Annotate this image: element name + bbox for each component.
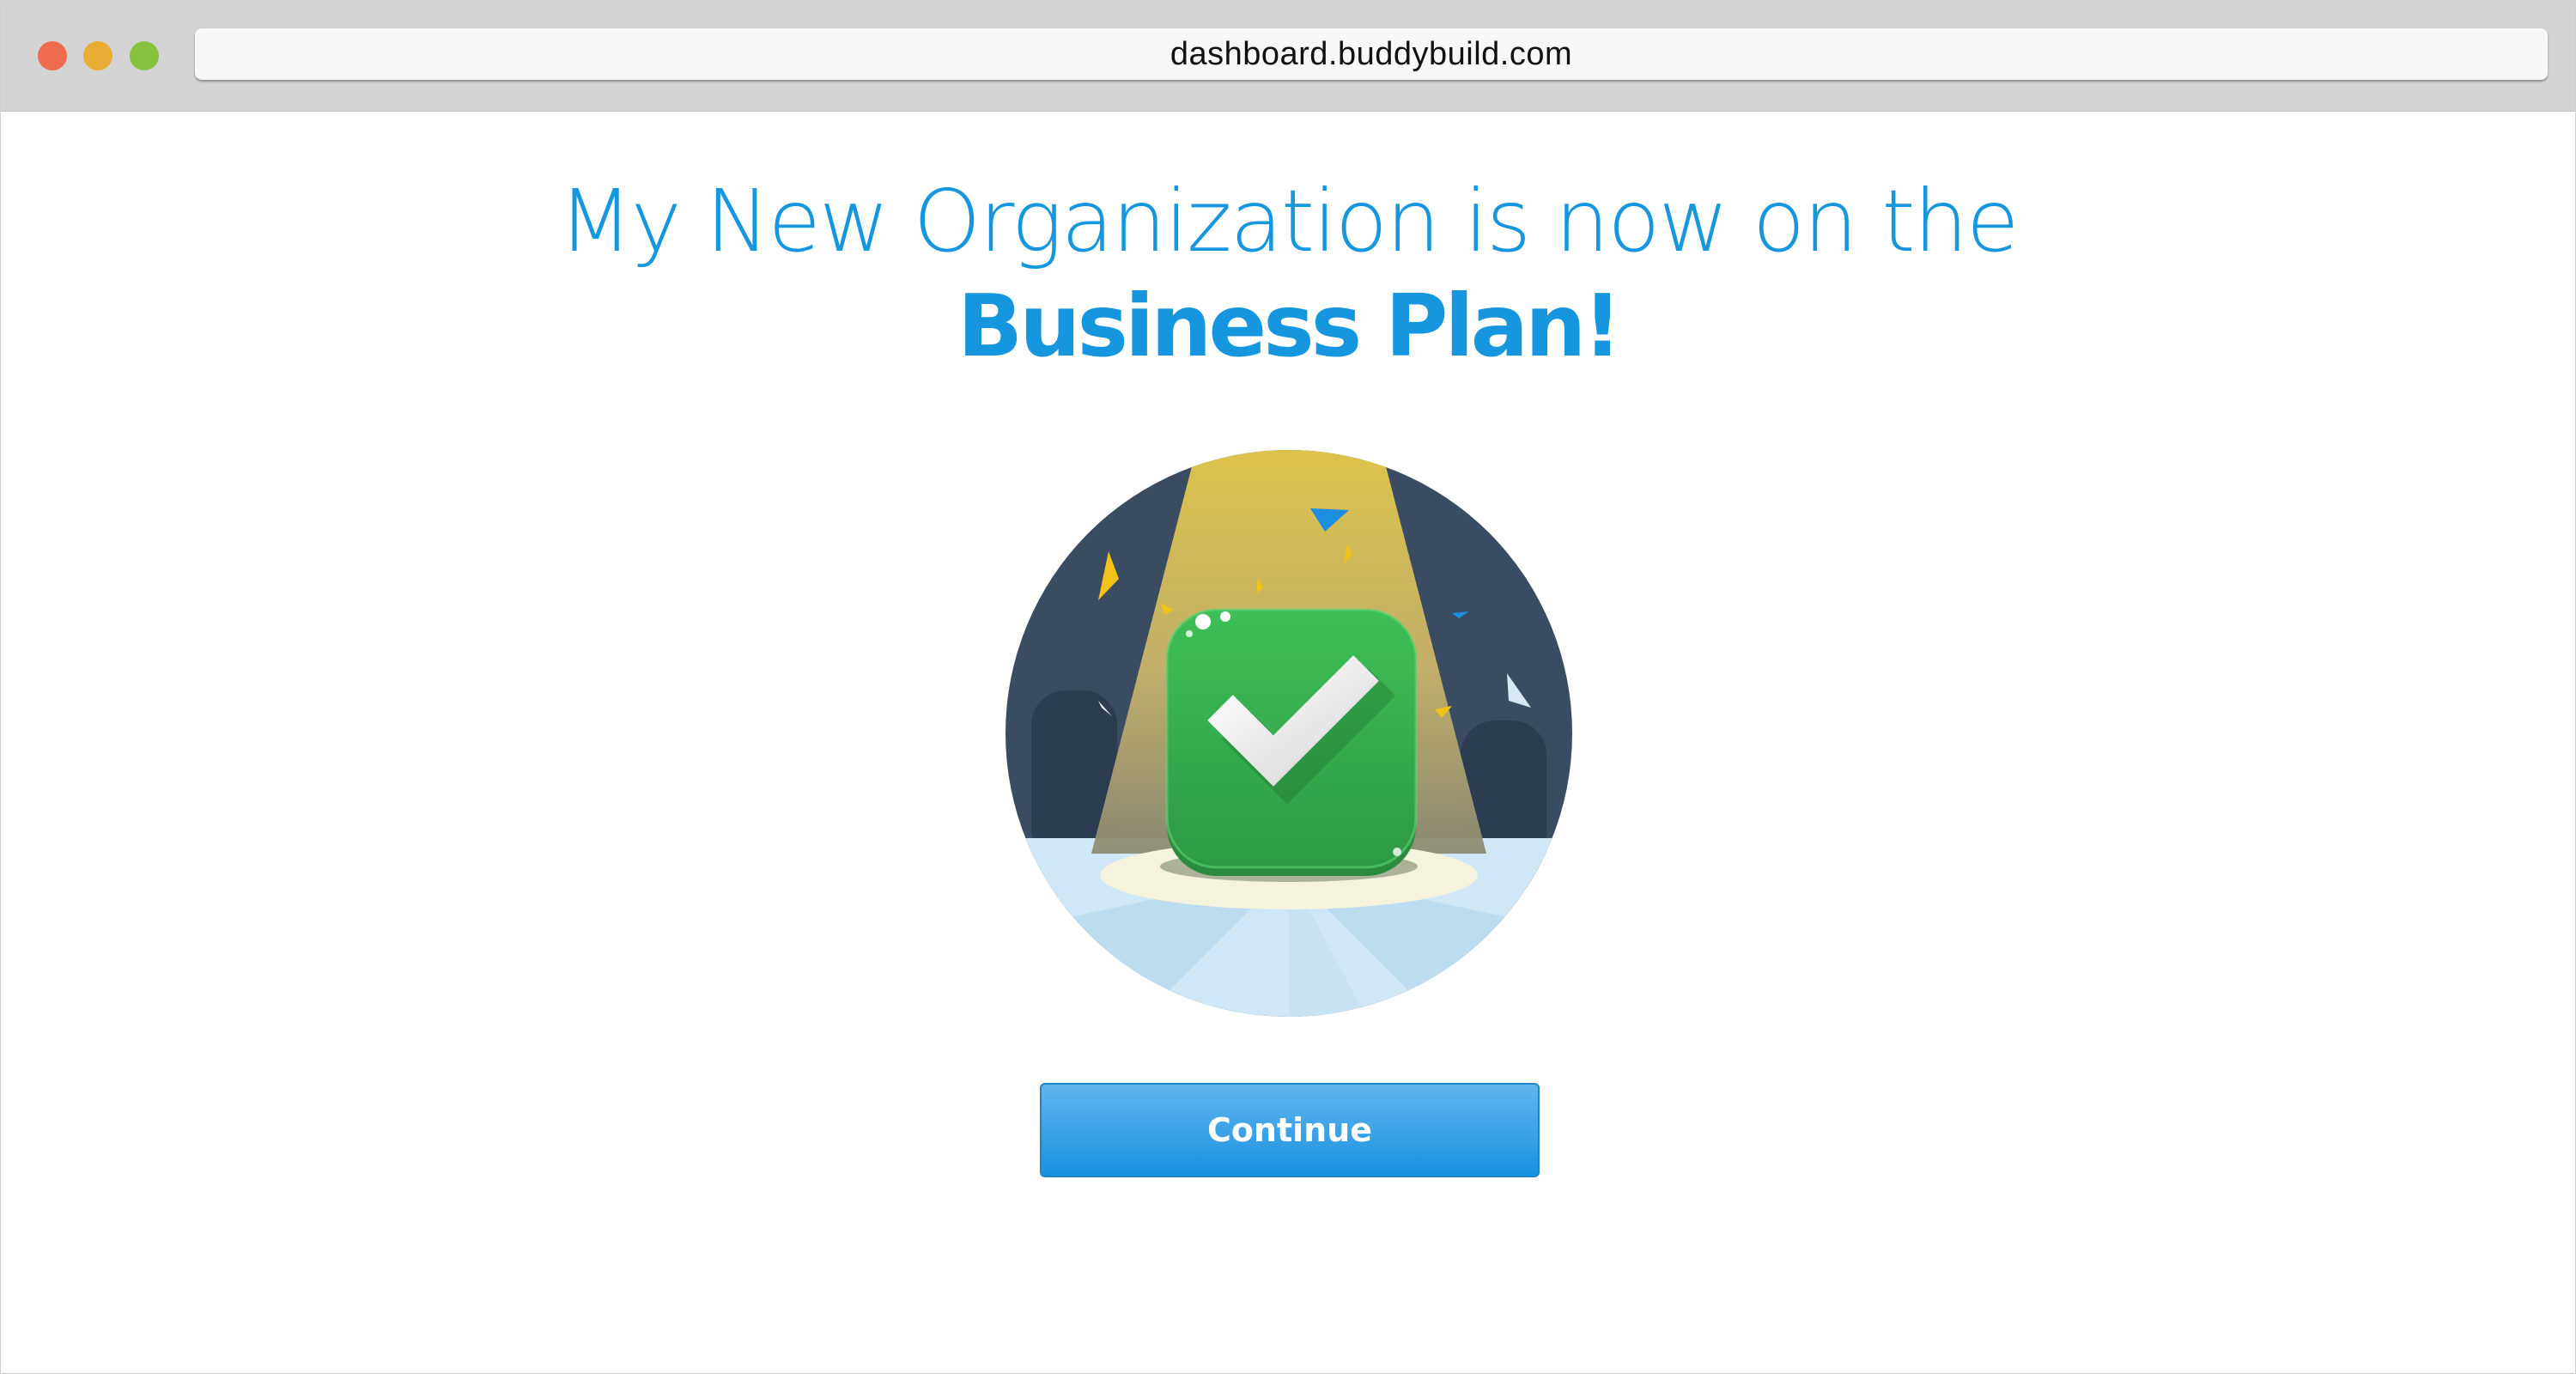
address-bar[interactable]: dashboard.buddybuild.com [195,28,2548,80]
browser-titlebar: dashboard.buddybuild.com [1,1,2575,112]
continue-button[interactable]: Continue [1040,1083,1540,1177]
plan-name-title: Business Plan! [957,276,1622,376]
close-window-button[interactable] [38,41,67,70]
page-title: My New Organization is now on the [558,171,2019,271]
checkmark-badge-icon [1005,450,1572,1017]
page-content: My New Organization is now on the Busine… [1,112,2575,1373]
minimize-window-button[interactable] [83,41,112,70]
address-bar-url: dashboard.buddybuild.com [1170,35,1573,72]
maximize-window-button[interactable] [130,41,159,70]
browser-window: dashboard.buddybuild.com My New Organiza… [0,0,2576,1374]
